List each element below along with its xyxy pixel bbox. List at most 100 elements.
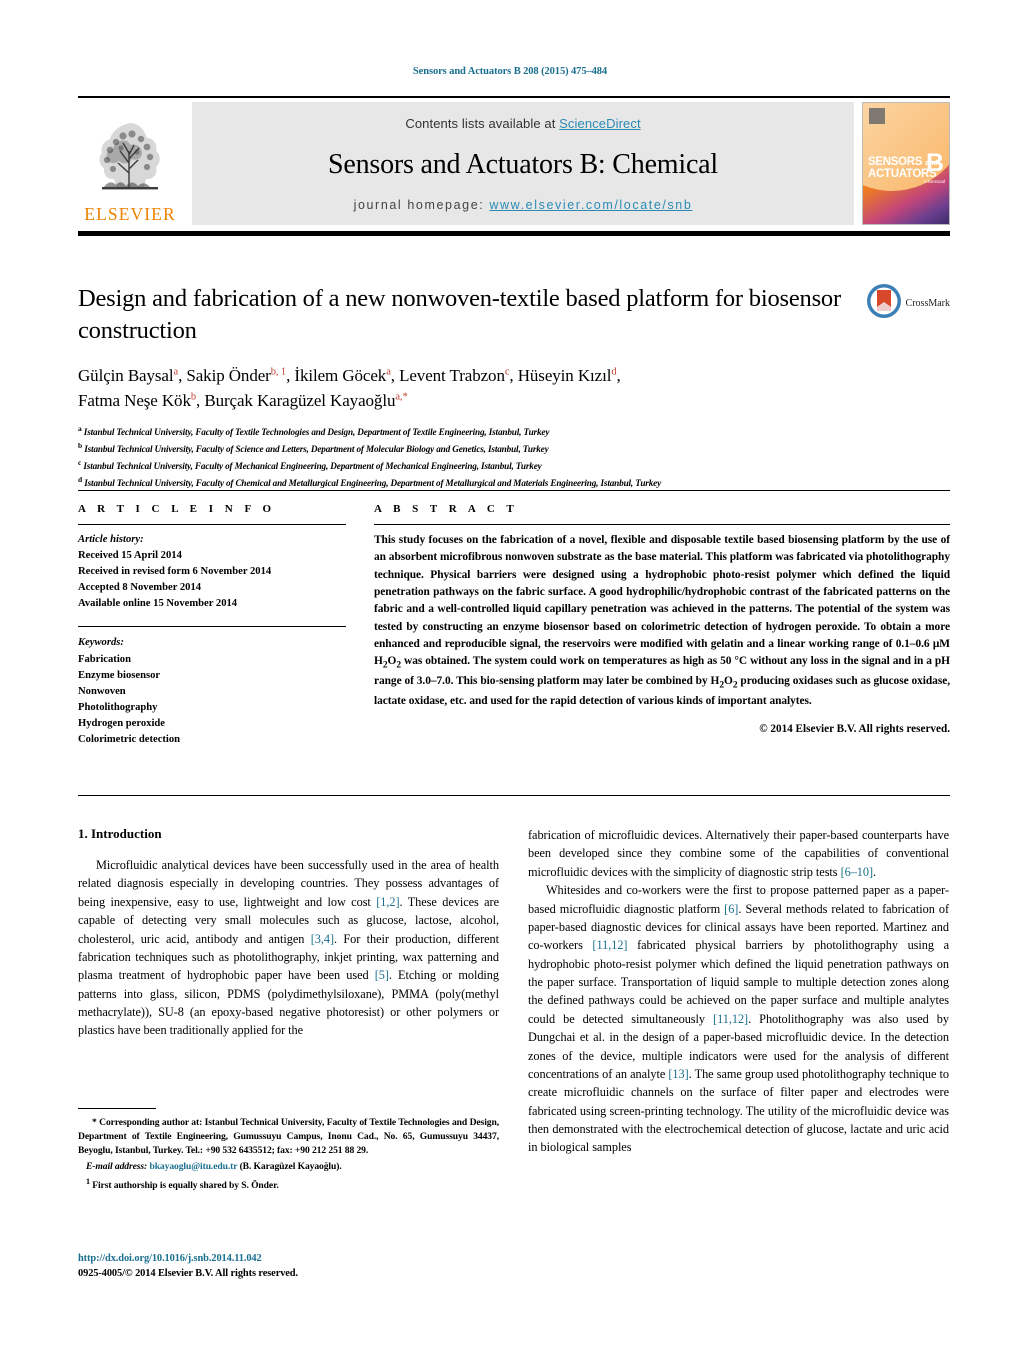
author-name: Hüseyin Kızıl — [517, 365, 612, 385]
cover-volume-subtitle: Chemical — [924, 179, 945, 185]
doi-link[interactable]: http://dx.doi.org/10.1016/j.snb.2014.11.… — [78, 1253, 262, 1264]
paragraph: Microfluidic analytical devices have bee… — [78, 858, 499, 1038]
elsevier-tree-icon — [90, 117, 170, 205]
citation-reference[interactable]: [13] — [668, 1067, 688, 1081]
journal-masthead: ELSEVIER Contents lists available at Sci… — [78, 96, 950, 236]
section-heading-introduction: 1. Introduction — [78, 826, 162, 841]
article-history-group: Article history: Received 15 April 2014 … — [78, 532, 346, 612]
info-section-bottom-rule — [78, 795, 950, 796]
paragraph: Whitesides and co-workers were the first… — [528, 883, 949, 1155]
author-name: Levent Trabzon — [399, 365, 505, 385]
affiliation-text: Istanbul Technical University, Faculty o… — [83, 460, 542, 471]
homepage-prefix: journal homepage: — [353, 198, 490, 212]
citation-reference[interactable]: [6] — [724, 902, 738, 916]
journal-cover-thumbnail[interactable]: SENSORS and ACTUATORS B Chemical — [862, 102, 950, 225]
running-head: Sensors and Actuators B 208 (2015) 475–4… — [412, 66, 608, 77]
masthead-bottom-rule — [78, 231, 950, 236]
info-abstract-area: A R T I C L E I N F O Article history: R… — [78, 503, 950, 748]
sciencedirect-link[interactable]: ScienceDirect — [559, 116, 641, 131]
keywords-label: Keywords: — [78, 637, 124, 649]
corresponding-author-note: * Corresponding author at: Istanbul Tech… — [78, 1117, 499, 1156]
affiliation-item: c Istanbul Technical University, Faculty… — [78, 457, 950, 474]
article-info-heading: A R T I C L E I N F O — [78, 503, 276, 515]
email-note: E-mail address: bkayaoglu@itu.edu.tr (B.… — [78, 1160, 499, 1174]
affiliation-mark: d — [78, 474, 83, 484]
author-affil-mark: d — [611, 366, 617, 378]
author-name: Gülçin Baysal — [78, 365, 174, 385]
affiliation-list: a Istanbul Technical University, Faculty… — [78, 423, 950, 491]
affiliation-text: Istanbul Technical University, Faculty o… — [83, 426, 550, 437]
first-authorship-note: 1 First authorship is equally shared by … — [78, 1176, 499, 1193]
author-affil-mark: a — [386, 366, 391, 378]
history-item: Received in revised form 6 November 2014 — [78, 566, 272, 578]
affiliation-item: a Istanbul Technical University, Faculty… — [78, 423, 950, 440]
author-affil-mark: c — [504, 366, 510, 378]
cover-line1: SENSORS — [868, 156, 923, 168]
crossmark-label: CrossMark — [905, 298, 950, 309]
history-item: Received 15 April 2014 — [78, 550, 182, 562]
author-name: Fatma Neşe Kök — [78, 391, 191, 411]
history-item: Accepted 8 November 2014 — [78, 582, 202, 594]
article-info-column: A R T I C L E I N F O Article history: R… — [78, 503, 346, 748]
cover-elsevier-mark-icon — [869, 108, 885, 124]
author-list: Gülçin Baysala, Sakip Önderb, 1, İkilem … — [78, 365, 621, 411]
article-history-label: Article history: — [78, 534, 144, 545]
elsevier-logo: ELSEVIER — [78, 102, 182, 225]
citation-reference[interactable]: [5] — [375, 968, 389, 982]
citation-reference[interactable]: [6–10] — [841, 865, 874, 879]
author-name: Burçak Karagüzel Kayaoğlu — [204, 391, 396, 411]
footnote-rule — [78, 1108, 156, 1109]
keyword-item: Fabrication — [78, 653, 131, 665]
citation-reference[interactable]: [11,12] — [592, 938, 627, 952]
keywords-group: Keywords: Fabrication Enzyme biosensor N… — [78, 635, 346, 748]
keyword-item: Hydrogen peroxide — [78, 717, 166, 729]
affiliation-mark: a — [78, 423, 82, 433]
body-column-right: fabrication of microfluidic devices. Alt… — [528, 826, 949, 1157]
first-authorship-text: First authorship is equally shared by S.… — [92, 1180, 279, 1192]
abstract-copyright: © 2014 Elsevier B.V. All rights reserved… — [759, 723, 950, 736]
info-section-top-rule — [78, 490, 950, 491]
author-name: Sakip Önder — [186, 365, 271, 385]
affiliation-item: d Istanbul Technical University, Faculty… — [78, 474, 950, 491]
author-name: İkilem Göcek — [294, 365, 387, 385]
keyword-item: Colorimetric detection — [78, 734, 181, 746]
contents-lists-line: Contents lists available at ScienceDirec… — [405, 116, 640, 131]
citation-reference[interactable]: [11,12] — [713, 1012, 748, 1026]
abstract-heading: A B S T R A C T — [374, 503, 519, 515]
affiliation-text: Istanbul Technical University, Faculty o… — [84, 443, 549, 454]
author-affil-mark: a,* — [395, 391, 408, 403]
abstract-column: A B S T R A C T This study focuses on th… — [374, 503, 950, 748]
abstract-text: This study focuses on the fabrication of… — [374, 534, 951, 707]
contents-prefix: Contents lists available at — [405, 116, 560, 131]
author-affil-mark: b, 1 — [270, 366, 287, 378]
issn-copyright-line: 0925-4005/© 2014 Elsevier B.V. All right… — [78, 1268, 298, 1280]
email-owner: (B. Karagüzel Kayaoğlu). — [239, 1161, 342, 1172]
citation-reference[interactable]: [1,2] — [376, 895, 399, 909]
crossmark-icon — [866, 283, 902, 324]
footnote-block: * Corresponding author at: Istanbul Tech… — [78, 1108, 499, 1193]
masthead-center-panel: Contents lists available at ScienceDirec… — [192, 102, 854, 225]
affiliation-mark: b — [78, 440, 83, 450]
journal-homepage-link[interactable]: www.elsevier.com/locate/snb — [489, 198, 692, 212]
crossmark-badge[interactable]: CrossMark — [866, 283, 950, 324]
keywords-rule — [78, 626, 346, 628]
article-first-page: Sensors and Actuators B 208 (2015) 475–4… — [0, 0, 1020, 1351]
author-affil-mark: b — [190, 391, 197, 403]
affiliation-item: b Istanbul Technical University, Faculty… — [78, 440, 950, 457]
cover-volume-letter: B — [925, 149, 944, 177]
history-item: Available online 15 November 2014 — [78, 598, 238, 610]
citation-reference[interactable]: [3,4] — [311, 932, 334, 946]
keyword-item: Nonwoven — [78, 685, 126, 697]
article-info-rule — [78, 524, 346, 525]
elsevier-wordmark: ELSEVIER — [84, 203, 176, 224]
doi-block: http://dx.doi.org/10.1016/j.snb.2014.11.… — [78, 1251, 508, 1281]
page-title: Design and fabrication of a new nonwoven… — [78, 285, 841, 344]
footnote-mark: 1 — [86, 1177, 90, 1186]
affiliation-mark: c — [78, 457, 82, 467]
masthead-top-rule — [78, 96, 950, 98]
title-block: CrossMark Design and fabrication of a ne… — [78, 283, 950, 491]
keyword-item: Photolithography — [78, 701, 158, 713]
abstract-rule — [374, 524, 950, 525]
journal-homepage-line: journal homepage: www.elsevier.com/locat… — [354, 198, 693, 212]
email-link[interactable]: bkayaoglu@itu.edu.tr — [149, 1161, 237, 1172]
